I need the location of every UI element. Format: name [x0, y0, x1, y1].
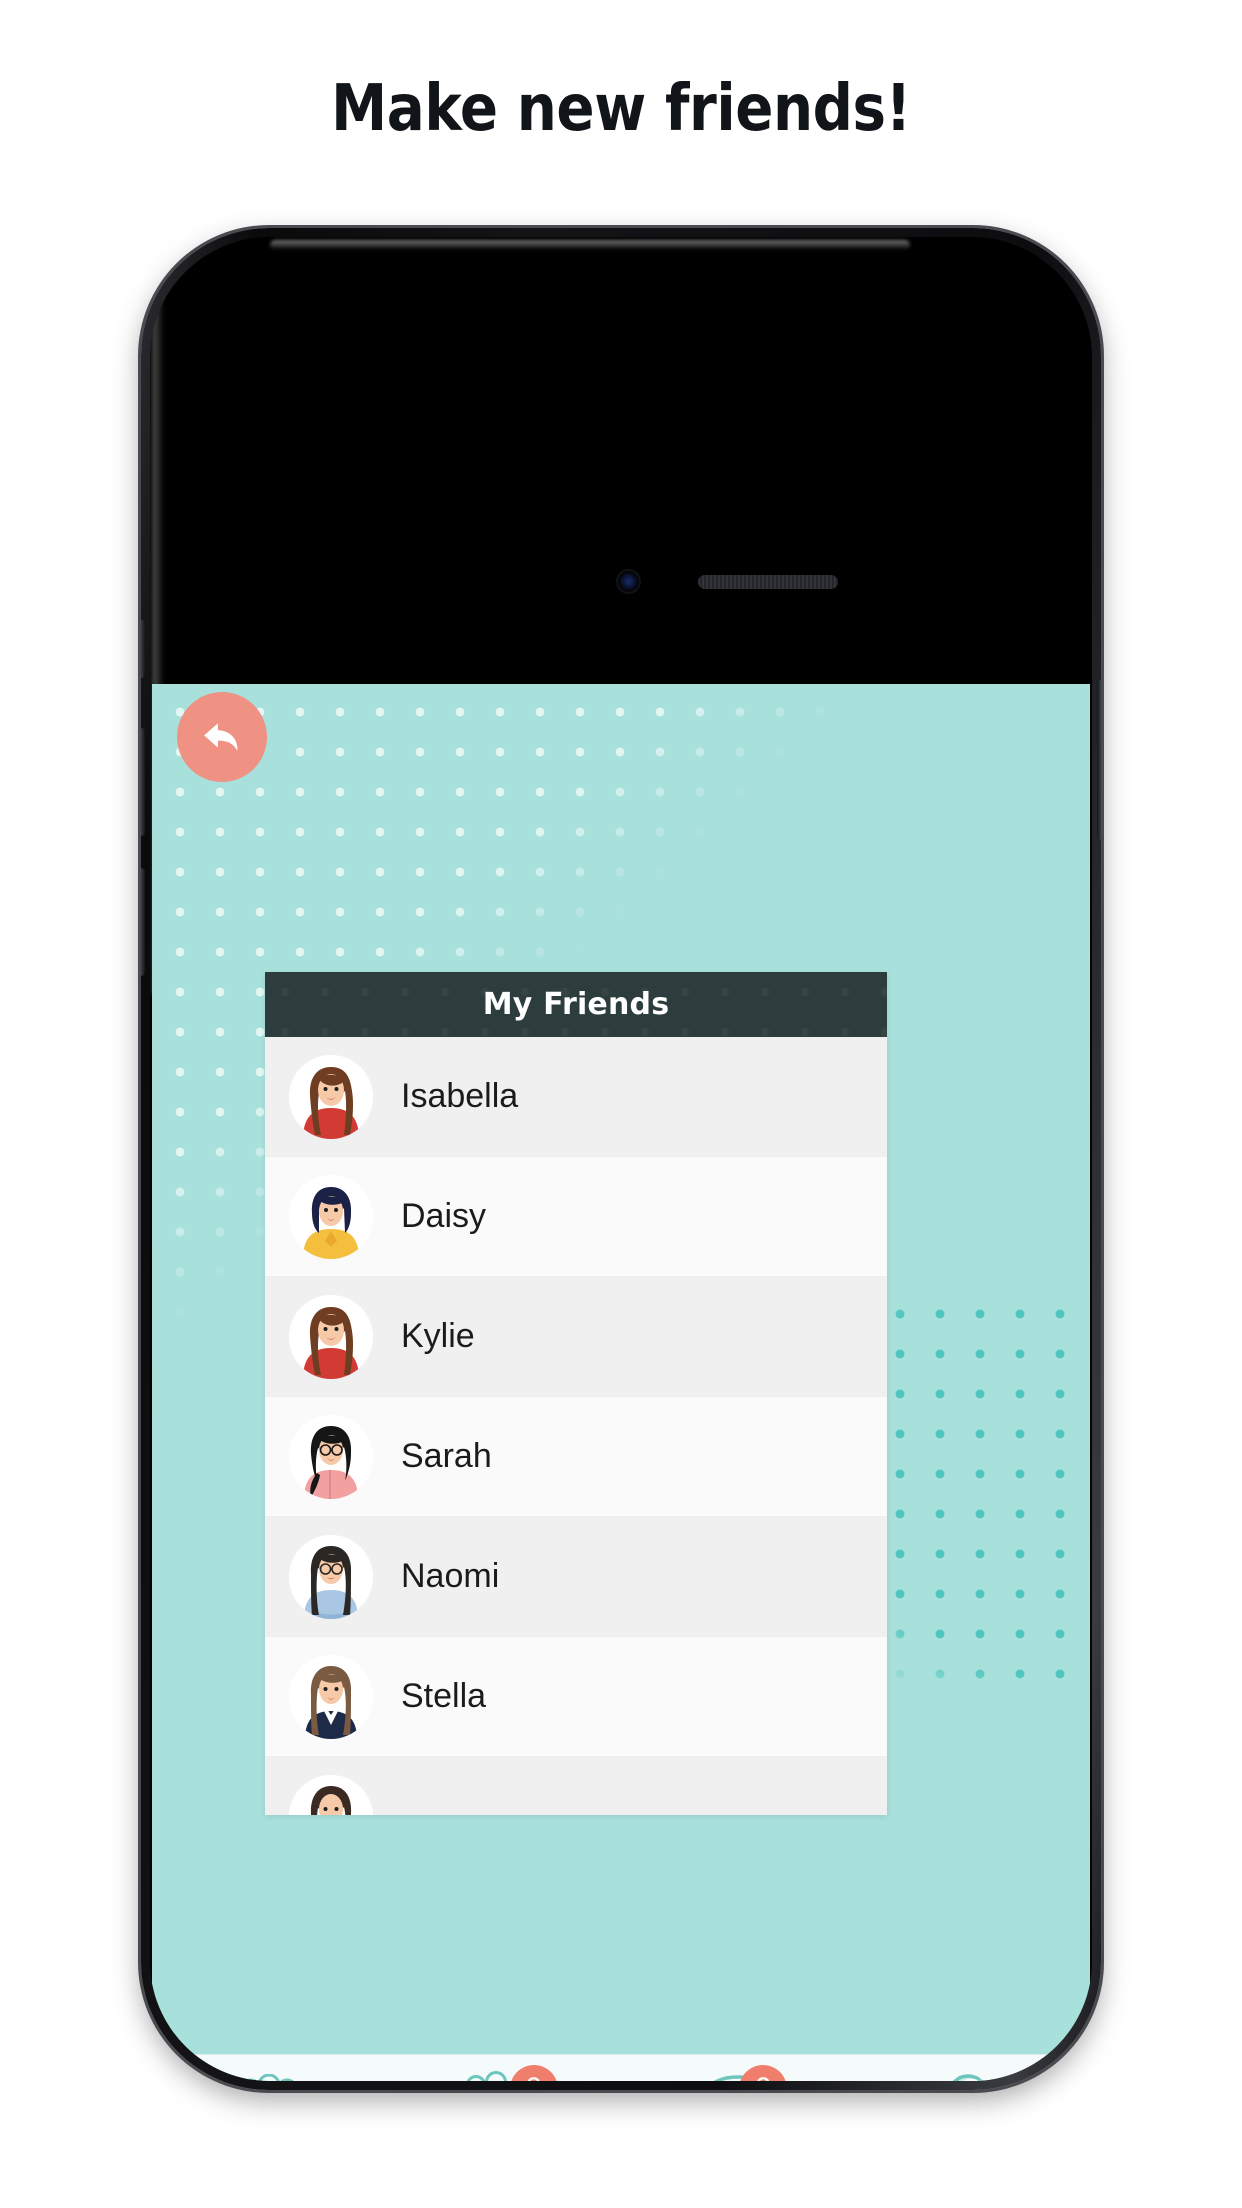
- phone-bezel: My Friends Isabella Daisy Kylie Sarah Na…: [150, 237, 1092, 2081]
- avatar: [289, 1534, 373, 1619]
- friends-card-title: My Friends: [482, 987, 670, 1022]
- friend-name: Isabella: [401, 1077, 519, 1115]
- back-arrow-icon: [204, 723, 238, 751]
- avatar-brown-wavy-red-top-icon: [289, 1294, 373, 1379]
- avatar: [289, 1174, 373, 1259]
- screen-content: My Friends Isabella Daisy Kylie Sarah Na…: [152, 684, 1090, 2054]
- power-button: [1097, 680, 1101, 840]
- list-item[interactable]: Isabella: [265, 1037, 887, 1157]
- friend-name: Sarah: [401, 1437, 492, 1475]
- friends-card: My Friends Isabella Daisy Kylie Sarah Na…: [265, 972, 887, 1815]
- friend-name: Daisy: [401, 1197, 487, 1235]
- earpiece-speaker: [698, 575, 838, 589]
- avatar: [289, 1414, 373, 1499]
- avatar: [289, 1294, 373, 1379]
- app-store-screenshot: Make new friends! My Friends Isabella Da…: [0, 0, 1242, 2208]
- friend-name: Naomi: [401, 1557, 500, 1595]
- person-check-icon: 0: [456, 2065, 558, 2081]
- volume-up-button: [141, 728, 145, 836]
- list-item[interactable]: Naomi: [265, 1517, 887, 1637]
- list-item[interactable]: Kylie: [265, 1277, 887, 1397]
- volume-down-button: [141, 868, 145, 976]
- front-camera-icon: [618, 571, 639, 592]
- avatar-brown-wavy-red-top-icon: [289, 1054, 373, 1139]
- friends-card-header: My Friends: [265, 972, 887, 1037]
- bottom-tab-bar: My Friends 0: [152, 2054, 1090, 2081]
- avatar: [289, 1654, 373, 1739]
- list-item[interactable]: Stella: [265, 1637, 887, 1757]
- tab-search[interactable]: Search: [856, 2055, 1091, 2081]
- list-item[interactable]: Sarah: [265, 1397, 887, 1517]
- avatar-partial-cutoff-icon: [289, 1774, 373, 1815]
- friend-name: Kylie: [401, 1317, 475, 1355]
- back-button[interactable]: [177, 692, 267, 782]
- app-screen: My Friends Isabella Daisy Kylie Sarah Na…: [152, 684, 1090, 2081]
- friend-name: Stella: [401, 1677, 487, 1715]
- avatar-black-hair-glasses-pink-shirt-icon: [289, 1414, 373, 1499]
- people-group-icon: [231, 2069, 307, 2081]
- chat-bubble-icon: 0: [695, 2065, 788, 2081]
- avatar-dark-bob-yellow-blouse-icon: [289, 1174, 373, 1259]
- avatar: [289, 1054, 373, 1139]
- mute-switch: [141, 620, 145, 678]
- requests-badge: 0: [509, 2065, 558, 2081]
- avatar: [289, 1774, 373, 1815]
- tab-requests[interactable]: 0 Requests: [387, 2055, 622, 2081]
- magnifier-icon: [938, 2069, 1008, 2081]
- avatar-brown-long-navy-blazer-icon: [289, 1654, 373, 1739]
- bezel-highlight-top: [270, 240, 910, 250]
- avatar-dark-long-glasses-blue-sweater-icon: [289, 1534, 373, 1619]
- list-item[interactable]: [265, 1757, 887, 1815]
- list-item[interactable]: Daisy: [265, 1157, 887, 1277]
- tab-my-friends[interactable]: My Friends: [152, 2055, 387, 2081]
- friends-list: Isabella Daisy Kylie Sarah Naomi Stella: [265, 1037, 887, 1815]
- phone-mockup: My Friends Isabella Daisy Kylie Sarah Na…: [141, 228, 1101, 2090]
- tab-messages[interactable]: 0 Messages: [621, 2055, 856, 2081]
- page-title: Make new friends!: [331, 72, 911, 146]
- messages-badge: 0: [739, 2065, 788, 2081]
